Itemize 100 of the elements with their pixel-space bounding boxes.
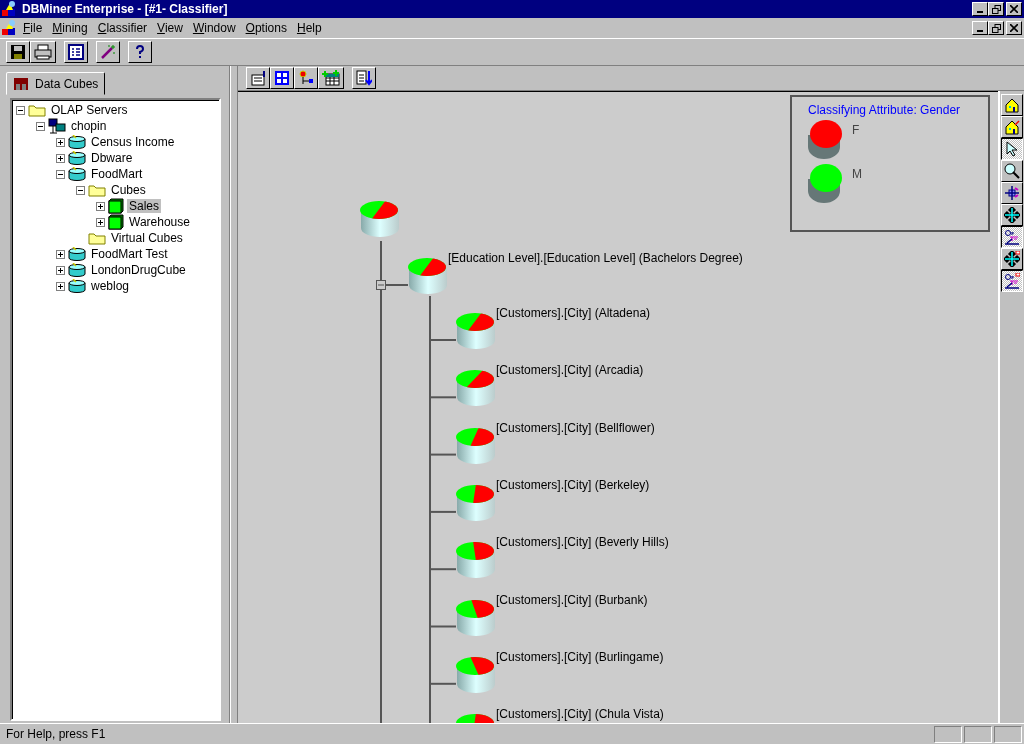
expander-icon[interactable] [56,249,65,259]
pointer-tool-button[interactable] [1001,138,1023,160]
tree-item[interactable]: FoodMart [89,167,145,181]
close-icon [1010,24,1018,32]
expander-icon[interactable] [56,265,65,275]
tree-item[interactable]: Warehouse [127,215,192,229]
home-arrow-tool-button[interactable] [1001,116,1023,138]
database-icon [68,247,86,261]
pointer-icon [1004,141,1020,157]
class-distribution-node[interactable] [406,257,450,297]
expander-icon[interactable] [76,185,85,195]
node-label: [Customers].[City] (Burbank) [496,593,648,607]
help-button[interactable] [128,41,152,63]
class-distribution-node[interactable] [454,426,498,467]
menu-item[interactable]: Options [240,21,292,35]
tree-item[interactable]: Census Income [89,135,177,149]
menu-item[interactable]: File [18,21,48,35]
sort-icon [356,70,372,86]
menu-item[interactable]: Window [187,21,241,35]
tree-icon [298,70,314,86]
tree-layout-button[interactable] [294,67,318,89]
onoff-mark-tool-button[interactable] [1001,270,1023,292]
expander-icon[interactable] [96,217,105,227]
grid-icon [275,71,289,85]
restore-icon [991,4,1001,14]
tree-item[interactable]: OLAP Servers [49,103,130,117]
tree-item[interactable]: Virtual Cubes [109,231,185,245]
node-label: [Customers].[City] (Chula Vista) [496,708,664,722]
tree-item[interactable]: Sales [127,199,162,213]
restore-button[interactable] [988,21,1004,35]
class-distribution-node[interactable] [358,200,402,240]
wizard-button[interactable] [96,41,120,63]
home-tool-button[interactable] [1001,94,1023,116]
class-distribution-node[interactable] [454,598,498,639]
app-logo-icon [2,1,18,17]
expander-icon[interactable] [56,153,65,163]
tree-item[interactable]: LondonDrugCube [89,263,188,277]
onoff-tool-button[interactable] [1001,226,1023,248]
database-icon [68,279,86,293]
properties-button[interactable] [246,67,270,89]
menu-item[interactable]: Help [291,21,327,35]
move-mark-tool-button[interactable] [1001,248,1023,270]
menu-item[interactable]: Mining [47,21,93,35]
database-icon [68,151,86,165]
database-icon [68,263,86,277]
class-distribution-node[interactable] [454,655,498,696]
expander-icon[interactable] [56,169,65,179]
class-distribution-node[interactable] [454,483,498,524]
rotate-icon [1004,185,1020,201]
on-off-icon [1004,273,1020,289]
restore-button[interactable] [988,2,1004,16]
print-button[interactable] [30,41,56,63]
cube-icon [108,214,124,230]
move-tool-button[interactable] [1001,204,1023,226]
window-title: DBMiner Enterprise - [#1- Classifier] [22,2,228,16]
node-label: [Education Level].[Education Level] (Bachelors Degree) [448,252,743,265]
app-logo-icon[interactable] [2,20,18,36]
expander-icon[interactable] [56,137,65,147]
folder-icon [88,231,106,245]
sort-button[interactable] [352,67,376,89]
splitter-bar[interactable] [230,66,238,723]
search-icon [1004,163,1020,179]
class-distribution-node[interactable] [454,312,498,352]
node-label: [Customers].[City] (Bellflower) [496,421,655,435]
minimize-button[interactable] [972,21,988,35]
data-cubes-tab[interactable]: Data Cubes [6,72,106,95]
tree-item[interactable]: chopin [69,119,109,133]
collapse-toggle-icon[interactable] [376,280,386,290]
printer-icon [34,44,52,60]
legend-title: Classifying Attribute: Gender [808,103,962,117]
expander-icon[interactable] [56,281,65,291]
cube-store-icon [13,76,29,91]
house-icon [1004,119,1020,135]
rotate-tool-button[interactable] [1001,182,1023,204]
node-label: [Customers].[City] (Burlingame) [496,650,664,664]
tree-item[interactable]: FoodMart Test [89,247,170,261]
minimize-button[interactable] [972,2,988,16]
tree-item[interactable]: Cubes [109,183,148,197]
save-button[interactable] [6,41,30,63]
list-view-button[interactable] [64,41,88,63]
connector-line [384,284,409,286]
expander-icon[interactable] [16,105,25,115]
move-arrows-icon [1004,251,1020,267]
expander-icon[interactable] [36,121,45,131]
zoom-tool-button[interactable] [1001,160,1023,182]
database-icon [68,135,86,149]
node-label: [Customers].[City] (Arcadia) [496,364,644,378]
expander-icon[interactable] [96,201,105,211]
on-off-icon [1004,229,1020,245]
tree-item[interactable]: weblog [89,279,132,293]
grid-button[interactable] [270,67,294,89]
close-button[interactable] [1006,21,1022,35]
tree-item[interactable]: Dbware [89,151,135,165]
legend-label: M [852,167,862,181]
add-table-button[interactable] [318,67,344,89]
menu-item[interactable]: View [152,21,188,35]
close-button[interactable] [1006,2,1022,16]
menu-item[interactable]: Classifier [92,21,153,35]
node-label: [Customers].[City] (Beverly Hills) [496,536,669,550]
status-text: For Help, press F1 [6,727,107,741]
